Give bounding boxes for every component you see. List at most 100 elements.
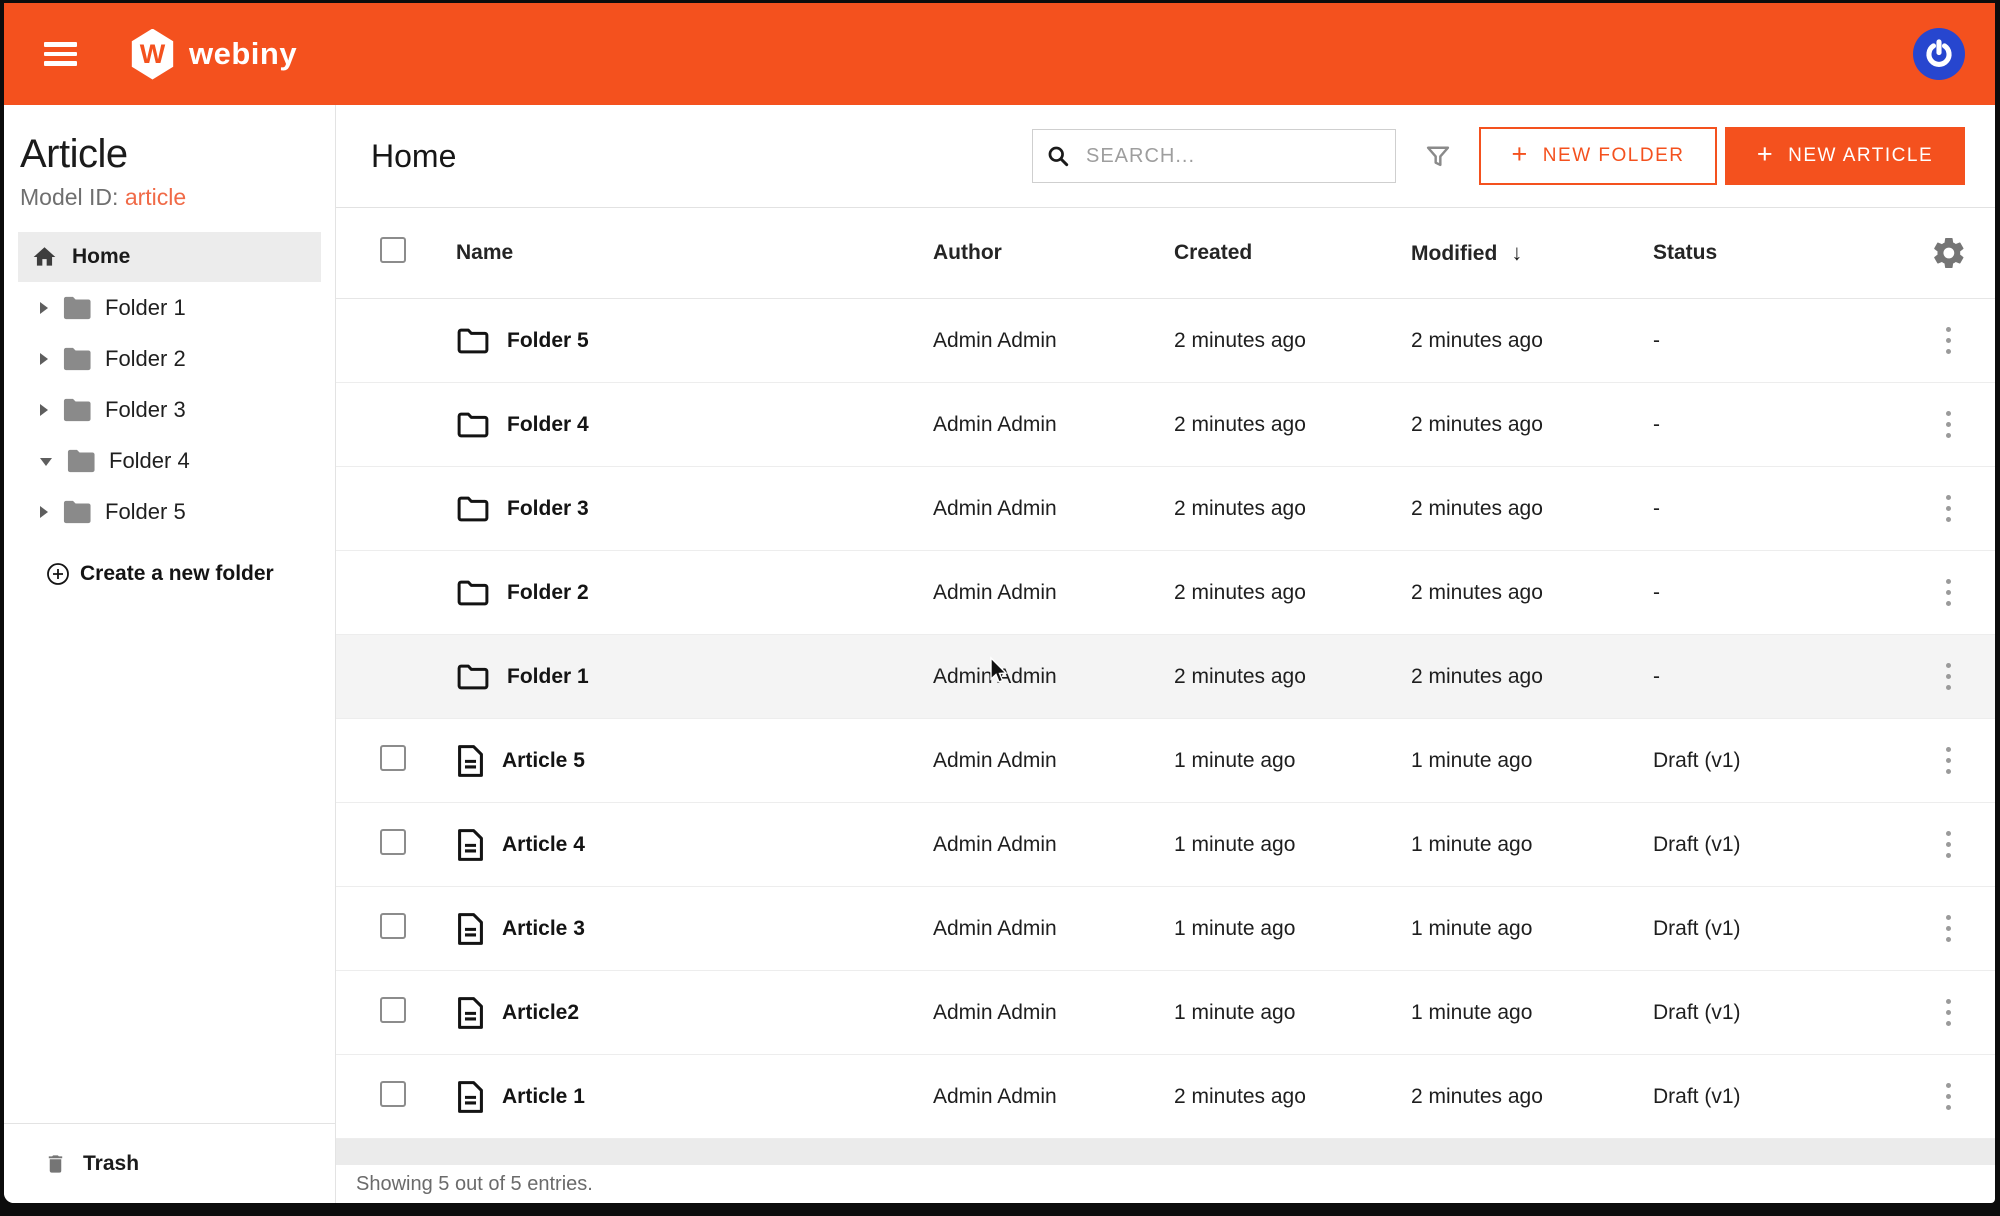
folder-icon — [456, 494, 490, 524]
table-row[interactable]: Article 4 Admin Admin 1 minute ago 1 min… — [336, 803, 1995, 887]
entry-created: 2 minutes ago — [1174, 581, 1411, 605]
entry-name[interactable]: Article 1 — [502, 1085, 585, 1109]
hamburger-menu-icon[interactable] — [44, 42, 77, 66]
row-checkbox[interactable] — [380, 745, 406, 771]
new-article-button[interactable]: + NEW ARTICLE — [1725, 127, 1965, 185]
table-row[interactable]: Article 3 Admin Admin 1 minute ago 1 min… — [336, 887, 1995, 971]
table-row[interactable]: Folder 1 Admin Admin 2 minutes ago 2 min… — [336, 635, 1995, 719]
entry-author: Admin Admin — [933, 1085, 1174, 1109]
folder-icon — [456, 578, 490, 608]
entry-author: Admin Admin — [933, 917, 1174, 941]
sidebar-folder-item-5[interactable]: Folder 5 — [18, 486, 321, 537]
table-row[interactable]: Folder 4 Admin Admin 2 minutes ago 2 min… — [336, 383, 1995, 467]
entry-author: Admin Admin — [933, 497, 1174, 521]
row-menu-button[interactable] — [1942, 743, 1955, 778]
row-menu-button[interactable] — [1942, 323, 1955, 358]
document-icon — [456, 1080, 485, 1114]
create-folder-button[interactable]: Create a new folder — [18, 549, 321, 599]
sidebar-folder-item-4[interactable]: Folder 4 — [18, 435, 321, 486]
row-menu-button[interactable] — [1942, 1079, 1955, 1114]
row-menu-button[interactable] — [1942, 659, 1955, 694]
search-input[interactable] — [1084, 144, 1383, 169]
power-icon — [1922, 37, 1956, 71]
folder-list: Folder 1 Folder 2 Folder 3 Folder 4 — [18, 282, 321, 537]
gear-icon — [1931, 235, 1967, 271]
select-all-checkbox[interactable] — [380, 237, 406, 263]
caret-icon[interactable] — [40, 506, 48, 518]
table-row[interactable]: Folder 5 Admin Admin 2 minutes ago 2 min… — [336, 299, 1995, 383]
sidebar-folder-item-2[interactable]: Folder 2 — [18, 333, 321, 384]
folder-icon — [62, 295, 93, 321]
new-folder-button[interactable]: + NEW FOLDER — [1479, 127, 1717, 185]
entry-name[interactable]: Article 4 — [502, 833, 585, 857]
entry-created: 2 minutes ago — [1174, 497, 1411, 521]
entry-created: 1 minute ago — [1174, 833, 1411, 857]
sidebar-folder-item-3[interactable]: Folder 3 — [18, 384, 321, 435]
row-menu-button[interactable] — [1942, 827, 1955, 862]
entry-name[interactable]: Article 5 — [502, 749, 585, 773]
sort-descending-icon[interactable]: ↓ — [1511, 240, 1522, 265]
column-header-status[interactable]: Status — [1653, 241, 1902, 265]
row-menu-button[interactable] — [1942, 911, 1955, 946]
entry-name[interactable]: Folder 1 — [507, 665, 589, 689]
entry-name[interactable]: Folder 5 — [507, 329, 589, 353]
entry-status: - — [1653, 497, 1902, 521]
entry-status: - — [1653, 581, 1902, 605]
row-menu-button[interactable] — [1942, 491, 1955, 526]
table-row[interactable]: Folder 2 Admin Admin 2 minutes ago 2 min… — [336, 551, 1995, 635]
row-checkbox[interactable] — [380, 913, 406, 939]
sidebar-folder-item-1[interactable]: Folder 1 — [18, 282, 321, 333]
entry-status: Draft (v1) — [1653, 749, 1902, 773]
row-menu-button[interactable] — [1942, 995, 1955, 1030]
entry-status: - — [1653, 329, 1902, 353]
entry-modified: 1 minute ago — [1411, 1001, 1653, 1025]
row-menu-button[interactable] — [1942, 575, 1955, 610]
table-body: Folder 5 Admin Admin 2 minutes ago 2 min… — [336, 299, 1995, 1139]
filter-button[interactable] — [1424, 142, 1452, 171]
entry-status: Draft (v1) — [1653, 833, 1902, 857]
entry-modified: 2 minutes ago — [1411, 665, 1653, 689]
folder-icon — [62, 499, 93, 525]
webiny-logo[interactable]: W webiny — [129, 29, 297, 80]
caret-icon[interactable] — [40, 353, 48, 365]
entry-modified: 2 minutes ago — [1411, 1085, 1653, 1109]
entry-name[interactable]: Article 3 — [502, 917, 585, 941]
entry-name[interactable]: Folder 3 — [507, 497, 589, 521]
entry-modified: 1 minute ago — [1411, 917, 1653, 941]
entry-status: Draft (v1) — [1653, 1085, 1902, 1109]
new-article-label: NEW ARTICLE — [1788, 145, 1933, 167]
trash-label: Trash — [83, 1152, 139, 1176]
sidebar-item-trash[interactable]: Trash — [4, 1123, 335, 1203]
column-settings-button[interactable] — [1902, 235, 1995, 271]
entry-author: Admin Admin — [933, 413, 1174, 437]
user-avatar[interactable] — [1913, 28, 1965, 80]
table-row[interactable]: Folder 3 Admin Admin 2 minutes ago 2 min… — [336, 467, 1995, 551]
app-window: W webiny Article Model ID: article — [4, 3, 1995, 1203]
column-header-name[interactable]: Name — [432, 241, 933, 265]
caret-icon[interactable] — [40, 458, 52, 466]
row-checkbox[interactable] — [380, 997, 406, 1023]
entry-author: Admin Admin — [933, 749, 1174, 773]
caret-icon[interactable] — [40, 404, 48, 416]
column-header-created[interactable]: Created — [1174, 241, 1411, 265]
folder-label: Folder 3 — [105, 397, 186, 423]
entry-name[interactable]: Folder 2 — [507, 581, 589, 605]
caret-icon[interactable] — [40, 302, 48, 314]
entry-name[interactable]: Article2 — [502, 1001, 579, 1025]
table-row[interactable]: Article 5 Admin Admin 1 minute ago 1 min… — [336, 719, 1995, 803]
entry-created: 2 minutes ago — [1174, 329, 1411, 353]
page-title: Home — [371, 138, 456, 175]
row-checkbox[interactable] — [380, 829, 406, 855]
folder-icon — [456, 326, 490, 356]
row-menu-button[interactable] — [1942, 407, 1955, 442]
entry-name[interactable]: Folder 4 — [507, 413, 589, 437]
search-box[interactable] — [1032, 129, 1396, 183]
table-row[interactable]: Article2 Admin Admin 1 minute ago 1 minu… — [336, 971, 1995, 1055]
table-row[interactable]: Article 1 Admin Admin 2 minutes ago 2 mi… — [336, 1055, 1995, 1139]
column-header-modified[interactable]: Modified↓ — [1411, 240, 1653, 266]
folder-label: Folder 2 — [105, 346, 186, 372]
sidebar-item-home[interactable]: Home — [18, 232, 321, 282]
entry-modified: 2 minutes ago — [1411, 581, 1653, 605]
row-checkbox[interactable] — [380, 1081, 406, 1107]
column-header-author[interactable]: Author — [933, 241, 1174, 265]
